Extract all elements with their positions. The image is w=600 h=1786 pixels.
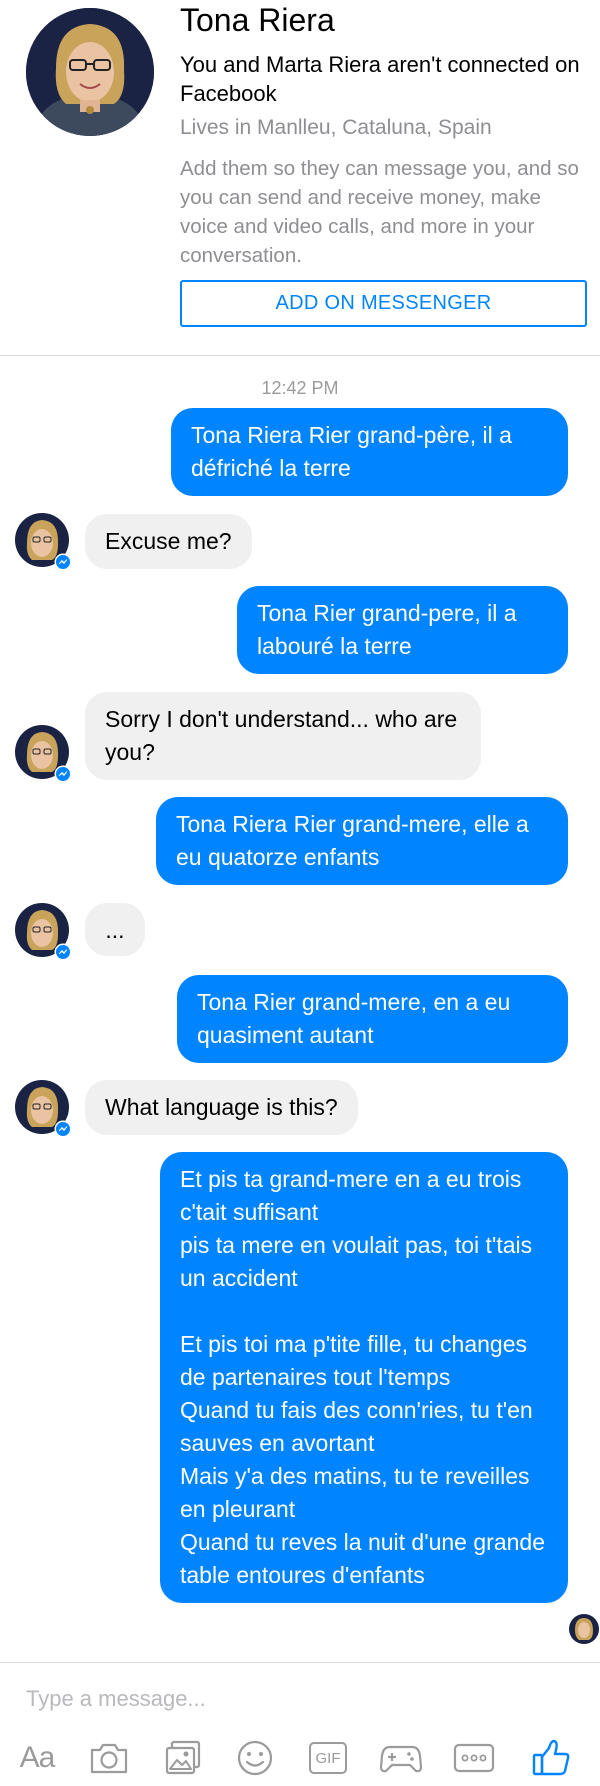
text-format-label: Aa <box>19 1741 56 1774</box>
add-contact-description: Add them so they can message you, and so… <box>180 157 579 267</box>
message-bubble-incoming[interactable]: What language is this? <box>85 1080 358 1135</box>
game-controller-glyph-icon <box>380 1745 422 1773</box>
sender-avatar-icon[interactable] <box>15 903 73 961</box>
profile-avatar[interactable] <box>26 8 154 136</box>
more-icon[interactable] <box>451 1738 497 1778</box>
add-on-messenger-button[interactable]: ADD ON MESSENGER <box>180 280 587 327</box>
messenger-conversation-screen: Tona Riera You and Marta Riera aren't co… <box>0 0 600 1786</box>
gif-badge: GIF <box>309 1742 347 1774</box>
composer-divider <box>0 1662 600 1663</box>
header-divider <box>0 355 600 356</box>
emoji-glyph-icon <box>237 1740 273 1776</box>
message-bubble-outgoing[interactable]: Tona Rier grand-mere, en a eu quasiment … <box>177 975 568 1063</box>
message-bubble-incoming[interactable]: Excuse me? <box>85 514 252 569</box>
thumbs-up-icon[interactable] <box>528 1738 574 1778</box>
like-glyph-icon <box>532 1739 570 1776</box>
gif-label: GIF <box>315 1749 341 1767</box>
text-format-icon[interactable]: Aa <box>14 1738 60 1778</box>
profile-name: Tona Riera <box>180 2 335 38</box>
gif-icon[interactable]: GIF <box>305 1738 351 1778</box>
message-bubble-incoming[interactable]: Sorry I don't understand... who are you? <box>85 692 481 780</box>
message-bubble-outgoing[interactable]: Et pis ta grand-mere en a eu trois c'tai… <box>160 1152 568 1603</box>
connection-status-text: You and Marta Riera aren't connected on … <box>180 52 580 106</box>
profile-photo-icon <box>26 8 154 136</box>
sender-avatar-icon[interactable] <box>15 513 73 571</box>
message-input[interactable] <box>16 1676 584 1722</box>
message-timestamp: 12:42 PM <box>261 378 339 398</box>
camera-icon[interactable] <box>86 1738 132 1778</box>
message-bubble-outgoing[interactable]: Tona Rier grand-pere, il a labouré la te… <box>237 586 568 674</box>
gallery-icon[interactable] <box>160 1738 206 1778</box>
sender-avatar-icon[interactable] <box>15 1080 73 1138</box>
profile-header: Tona Riera You and Marta Riera aren't co… <box>0 0 600 356</box>
camera-glyph-icon <box>90 1743 128 1774</box>
message-bubble-outgoing[interactable]: Tona Riera Rier grand-père, il a défrich… <box>171 408 568 496</box>
sender-avatar-icon[interactable] <box>15 725 73 783</box>
message-bubble-outgoing[interactable]: Tona Riera Rier grand-mere, elle a eu qu… <box>156 797 568 885</box>
message-bubble-incoming[interactable]: ... <box>85 903 145 956</box>
more-glyph-icon <box>453 1743 495 1773</box>
emoji-icon[interactable] <box>232 1738 278 1778</box>
game-controller-icon[interactable] <box>378 1738 424 1778</box>
gallery-glyph-icon <box>165 1740 201 1775</box>
read-receipt-avatar-icon <box>569 1614 599 1644</box>
location-text: Lives in Manlleu, Cataluna, Spain <box>180 116 492 139</box>
